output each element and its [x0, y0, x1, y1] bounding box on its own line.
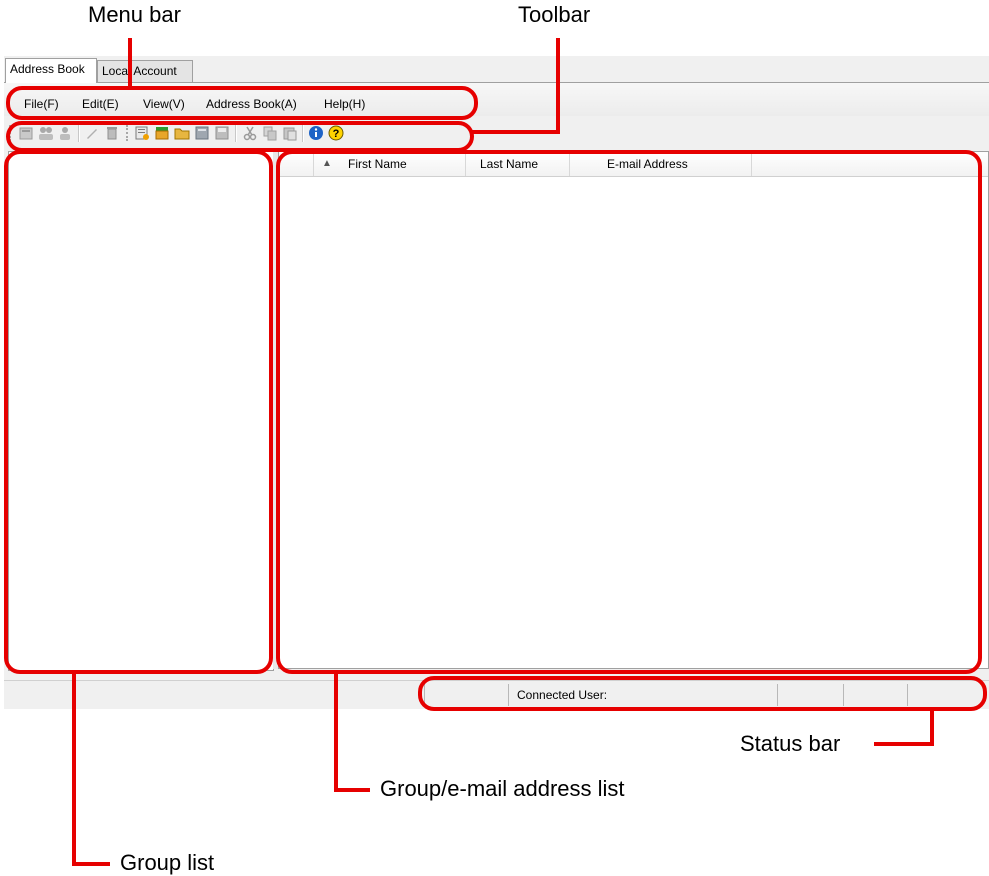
group-list-leader-line-vertical: [72, 674, 76, 866]
status-bar-highlight: [418, 676, 987, 711]
group-list-highlight: [4, 150, 273, 674]
group-list-callout: Group list: [120, 850, 215, 875]
group-list-leader-line-horizontal: [72, 862, 110, 866]
address-list-leader-line-horizontal: [334, 788, 370, 792]
menu-bar-leader-line: [128, 38, 132, 88]
status-bar-callout: Status bar: [740, 731, 841, 756]
toolbar-leader-line-vertical: [556, 38, 560, 134]
tab-strip: Address Book Local Account: [4, 56, 989, 83]
address-list-leader-line-vertical: [334, 674, 338, 792]
toolbar-highlight: [6, 121, 474, 152]
status-bar-leader-line-vertical: [930, 708, 934, 746]
address-list-highlight: [276, 150, 982, 674]
toolbar-callout: Toolbar: [518, 2, 591, 27]
tab-address-book[interactable]: Address Book: [5, 58, 97, 83]
address-list-callout: Group/e-mail address list: [380, 776, 625, 801]
menu-bar-highlight: [6, 86, 478, 120]
toolbar-leader-line-horizontal: [472, 130, 560, 134]
status-bar-leader-line-horizontal: [874, 742, 934, 746]
tab-local-account[interactable]: Local Account: [97, 60, 193, 82]
menu-bar-callout: Menu bar: [88, 2, 181, 27]
